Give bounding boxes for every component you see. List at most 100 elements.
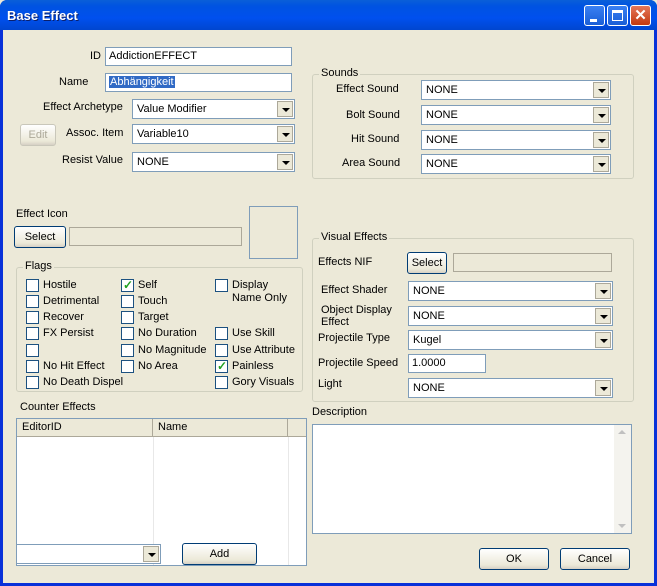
projectile-speed-input[interactable]: 1.0000 bbox=[408, 354, 486, 373]
assoc-item-select[interactable]: Variable10 bbox=[132, 124, 295, 144]
visual-effects-group: Visual Effects Effects NIF Select Effect… bbox=[312, 231, 634, 402]
fx-persist-checkbox[interactable] bbox=[26, 327, 39, 340]
sounds-group: Sounds Effect Sound NONE Bolt Sound NONE… bbox=[312, 67, 634, 179]
effect-icon-label: Effect Icon bbox=[16, 208, 68, 220]
nif-select-button[interactable]: Select bbox=[407, 252, 447, 274]
no-death-dispel-label: No Death Dispel bbox=[43, 376, 124, 388]
projectile-type-label: Projectile Type bbox=[318, 332, 390, 344]
chevron-down-icon bbox=[277, 101, 293, 117]
archetype-label: Effect Archetype bbox=[43, 101, 123, 113]
close-button[interactable]: ✕ bbox=[630, 5, 651, 26]
column-divider bbox=[288, 437, 289, 565]
chevron-down-icon bbox=[593, 156, 609, 172]
projectile-speed-label: Projectile Speed bbox=[318, 357, 399, 369]
target-label: Target bbox=[138, 311, 169, 323]
minimize-icon bbox=[590, 19, 597, 22]
recover-checkbox[interactable] bbox=[26, 311, 39, 324]
bolt-sound-value: NONE bbox=[426, 109, 458, 121]
light-label: Light bbox=[318, 378, 342, 390]
close-icon: ✕ bbox=[634, 7, 647, 24]
self-checkbox[interactable] bbox=[121, 278, 134, 292]
resist-value-select[interactable]: NONE bbox=[132, 152, 295, 172]
assoc-item-value: Variable10 bbox=[137, 128, 189, 140]
detrimental-checkbox[interactable] bbox=[26, 295, 39, 308]
chevron-down-icon bbox=[593, 107, 609, 123]
maximize-button[interactable] bbox=[607, 5, 628, 26]
hit-sound-value: NONE bbox=[426, 134, 458, 146]
column-header-spacer bbox=[288, 419, 306, 437]
dialog-window: Base Effect ✕ ID AddictionEFFECT Name Ab… bbox=[0, 0, 657, 586]
counter-effect-combo[interactable] bbox=[16, 544, 161, 564]
no-magnitude-checkbox[interactable] bbox=[121, 344, 134, 357]
effect-shader-value: NONE bbox=[413, 285, 445, 297]
area-sound-label: Area Sound bbox=[342, 157, 401, 169]
painless-label: Painless bbox=[232, 360, 274, 372]
archetype-select[interactable]: Value Modifier bbox=[132, 99, 295, 119]
resist-value-label: Resist Value bbox=[62, 154, 123, 166]
use-attribute-checkbox[interactable] bbox=[215, 344, 228, 357]
no-magnitude-label: No Magnitude bbox=[138, 344, 207, 356]
projectile-type-select[interactable]: Kugel bbox=[408, 330, 613, 350]
icon-select-button[interactable]: Select bbox=[14, 226, 66, 248]
flags-group: Flags Hostile Detrimental Recover FX Per… bbox=[16, 260, 303, 392]
description-textarea[interactable] bbox=[312, 424, 632, 534]
scroll-down-icon[interactable] bbox=[618, 524, 626, 528]
area-sound-select[interactable]: NONE bbox=[421, 154, 611, 174]
target-checkbox[interactable] bbox=[121, 311, 134, 324]
effect-shader-select[interactable]: NONE bbox=[408, 281, 613, 301]
no-hit-effect-checkbox[interactable] bbox=[26, 360, 39, 373]
nif-path-field bbox=[453, 253, 612, 272]
cancel-button[interactable]: Cancel bbox=[560, 548, 630, 570]
edit-button[interactable]: Edit bbox=[20, 124, 56, 146]
maximize-icon bbox=[612, 10, 623, 21]
touch-checkbox[interactable] bbox=[121, 295, 134, 308]
chevron-down-icon bbox=[595, 308, 611, 324]
minimize-button[interactable] bbox=[584, 5, 605, 26]
no-death-dispel-checkbox[interactable] bbox=[26, 376, 39, 389]
light-value: NONE bbox=[413, 382, 445, 394]
archetype-value: Value Modifier bbox=[137, 103, 207, 115]
unnamed-flag-checkbox[interactable] bbox=[26, 344, 39, 357]
recover-label: Recover bbox=[43, 311, 84, 323]
effect-sound-value: NONE bbox=[426, 84, 458, 96]
detrimental-label: Detrimental bbox=[43, 295, 100, 307]
area-sound-value: NONE bbox=[426, 158, 458, 170]
chevron-down-icon bbox=[595, 332, 611, 348]
name-input[interactable]: Abhängigkeit bbox=[105, 73, 292, 92]
hit-sound-label: Hit Sound bbox=[351, 133, 400, 145]
gory-visuals-checkbox[interactable] bbox=[215, 376, 228, 389]
no-area-checkbox[interactable] bbox=[121, 360, 134, 373]
effect-sound-select[interactable]: NONE bbox=[421, 80, 611, 100]
light-select[interactable]: NONE bbox=[408, 378, 613, 398]
add-button[interactable]: Add bbox=[182, 543, 257, 565]
touch-label: Touch bbox=[138, 295, 168, 307]
effects-nif-label: Effects NIF bbox=[318, 256, 373, 268]
no-duration-label: No Duration bbox=[138, 327, 197, 339]
column-header-editorid[interactable]: EditorID bbox=[17, 419, 153, 437]
painless-checkbox[interactable] bbox=[215, 359, 228, 373]
title-bar[interactable]: Base Effect ✕ bbox=[0, 0, 657, 30]
object-display-select[interactable]: NONE bbox=[408, 306, 613, 326]
use-attribute-label: Use Attribute bbox=[232, 344, 295, 356]
description-label: Description bbox=[312, 406, 368, 418]
counter-effects-label: Counter Effects bbox=[20, 401, 96, 413]
chevron-down-icon bbox=[595, 380, 611, 396]
sounds-group-title: Sounds bbox=[319, 67, 361, 79]
display-name-only-label-2: Name Only bbox=[232, 292, 288, 304]
projectile-type-value: Kugel bbox=[413, 334, 442, 346]
scroll-up-icon[interactable] bbox=[618, 430, 626, 434]
use-skill-checkbox[interactable] bbox=[215, 327, 228, 340]
display-name-only-checkbox[interactable] bbox=[215, 279, 228, 292]
id-input[interactable]: AddictionEFFECT bbox=[105, 47, 292, 66]
effect-shader-label: Effect Shader bbox=[321, 284, 388, 296]
description-scrollbar[interactable] bbox=[614, 425, 631, 533]
column-header-name[interactable]: Name bbox=[153, 419, 288, 437]
ok-button[interactable]: OK bbox=[479, 548, 549, 570]
chevron-down-icon bbox=[277, 154, 293, 170]
gory-visuals-label: Gory Visuals bbox=[232, 376, 295, 388]
use-skill-label: Use Skill bbox=[232, 327, 275, 339]
no-duration-checkbox[interactable] bbox=[121, 327, 134, 340]
hostile-checkbox[interactable] bbox=[26, 279, 39, 292]
bolt-sound-select[interactable]: NONE bbox=[421, 105, 611, 125]
hit-sound-select[interactable]: NONE bbox=[421, 130, 611, 150]
